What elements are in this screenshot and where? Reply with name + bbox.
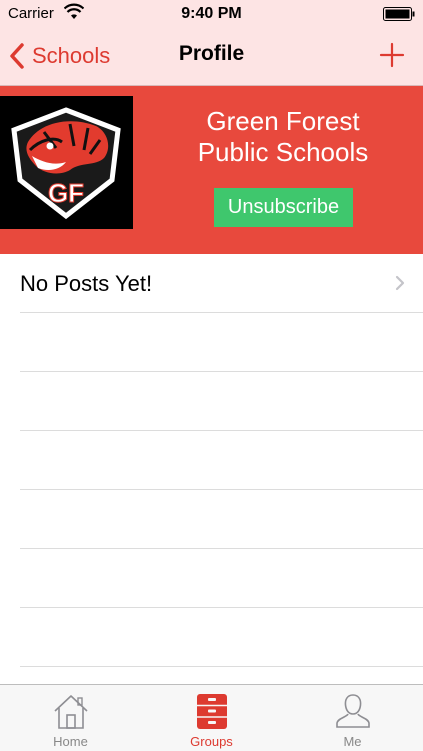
list-item[interactable]: No Posts Yet! bbox=[20, 254, 423, 313]
tab-home[interactable]: Home bbox=[0, 685, 141, 751]
tab-home-label: Home bbox=[53, 734, 88, 749]
person-icon bbox=[335, 694, 370, 728]
school-name: Green Forest Public Schools bbox=[160, 106, 406, 168]
list-item bbox=[20, 549, 423, 608]
posts-list: No Posts Yet! bbox=[0, 254, 423, 667]
tab-groups-label: Groups bbox=[190, 734, 233, 749]
top-bar: Carrier 9:40 PM Schools Profile bbox=[0, 0, 423, 86]
tab-me-label: Me bbox=[343, 734, 362, 749]
school-name-line-1: Green Forest bbox=[206, 106, 360, 136]
groups-icon bbox=[196, 694, 227, 729]
list-item bbox=[20, 431, 423, 490]
empty-posts-label: No Posts Yet! bbox=[20, 271, 153, 296]
school-header: GF Green Forest Public Schools Unsubscri… bbox=[0, 86, 423, 254]
add-icon[interactable] bbox=[379, 42, 405, 68]
list-item bbox=[20, 608, 423, 667]
school-name-line-2: Public Schools bbox=[197, 137, 369, 167]
list-item bbox=[20, 490, 423, 549]
status-bar: Carrier 9:40 PM bbox=[0, 0, 423, 28]
tiger-logo-icon: GF bbox=[11, 107, 121, 220]
status-time: 9:40 PM bbox=[181, 5, 242, 22]
page-title: Profile bbox=[178, 42, 245, 65]
school-logo: GF bbox=[0, 96, 133, 229]
tab-bar: Home Groups Me bbox=[0, 684, 423, 751]
svg-text:GF: GF bbox=[48, 178, 84, 208]
list-item bbox=[20, 313, 423, 372]
tab-groups[interactable]: Groups bbox=[141, 685, 282, 751]
chevron-right-icon bbox=[395, 275, 405, 291]
home-icon bbox=[53, 695, 88, 729]
tab-me[interactable]: Me bbox=[282, 685, 423, 751]
battery-icon bbox=[383, 7, 415, 21]
unsubscribe-button[interactable]: Unsubscribe bbox=[214, 188, 353, 227]
list-item bbox=[20, 372, 423, 431]
navigation-bar: Schools Profile bbox=[0, 28, 423, 84]
